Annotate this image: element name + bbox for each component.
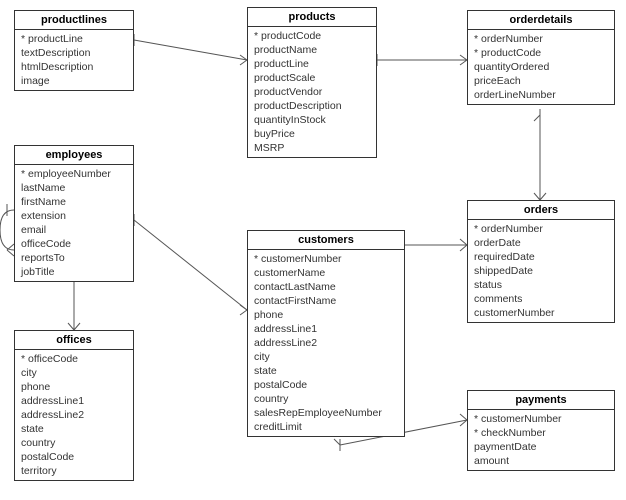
field-customers-7: addressLine2 bbox=[254, 336, 398, 350]
field-payments-3: paymentDate bbox=[474, 440, 608, 454]
field-products-6: productDescription bbox=[254, 99, 370, 113]
entity-header-payments: payments bbox=[468, 391, 614, 410]
field-customers-9: state bbox=[254, 364, 398, 378]
field-employees-4: extension bbox=[21, 209, 127, 223]
field-offices-5: addressLine2 bbox=[21, 408, 127, 422]
field-products-4: productScale bbox=[254, 71, 370, 85]
entity-header-offices: offices bbox=[15, 331, 133, 350]
field-orders-6: comments bbox=[474, 292, 608, 306]
entity-offices: offices * officeCode city phone addressL… bbox=[14, 330, 134, 481]
field-orderdetails-5: orderLineNumber bbox=[474, 88, 608, 102]
field-customers-8: city bbox=[254, 350, 398, 364]
field-productlines-4: image bbox=[21, 74, 127, 88]
entity-employees: employees * employeeNumber lastName firs… bbox=[14, 145, 134, 282]
entity-body-employees: * employeeNumber lastName firstName exte… bbox=[15, 165, 133, 281]
field-offices-4: addressLine1 bbox=[21, 394, 127, 408]
entity-productlines: productlines * productLine textDescripti… bbox=[14, 10, 134, 91]
field-payments-1: * customerNumber bbox=[474, 412, 608, 426]
field-orderdetails-2: * productCode bbox=[474, 46, 608, 60]
entity-header-customers: customers bbox=[248, 231, 404, 250]
field-employees-8: jobTitle bbox=[21, 265, 127, 279]
field-employees-3: firstName bbox=[21, 195, 127, 209]
field-employees-7: reportsTo bbox=[21, 251, 127, 265]
entity-header-productlines: productlines bbox=[15, 11, 133, 30]
entity-header-employees: employees bbox=[15, 146, 133, 165]
entity-body-payments: * customerNumber * checkNumber paymentDa… bbox=[468, 410, 614, 470]
field-offices-1: * officeCode bbox=[21, 352, 127, 366]
field-customers-6: addressLine1 bbox=[254, 322, 398, 336]
field-customers-11: country bbox=[254, 392, 398, 406]
field-orders-7: customerNumber bbox=[474, 306, 608, 320]
field-customers-5: phone bbox=[254, 308, 398, 322]
entity-orders: orders * orderNumber orderDate requiredD… bbox=[467, 200, 615, 323]
field-orders-3: requiredDate bbox=[474, 250, 608, 264]
field-customers-12: salesRepEmployeeNumber bbox=[254, 406, 398, 420]
field-customers-3: contactLastName bbox=[254, 280, 398, 294]
entity-body-orders: * orderNumber orderDate requiredDate shi… bbox=[468, 220, 614, 322]
field-employees-5: email bbox=[21, 223, 127, 237]
field-offices-9: territory bbox=[21, 464, 127, 478]
field-productlines-3: htmlDescription bbox=[21, 60, 127, 74]
field-employees-2: lastName bbox=[21, 181, 127, 195]
field-offices-7: country bbox=[21, 436, 127, 450]
field-customers-10: postalCode bbox=[254, 378, 398, 392]
field-orders-4: shippedDate bbox=[474, 264, 608, 278]
field-orders-1: * orderNumber bbox=[474, 222, 608, 236]
field-orders-2: orderDate bbox=[474, 236, 608, 250]
entity-header-products: products bbox=[248, 8, 376, 27]
field-customers-1: * customerNumber bbox=[254, 252, 398, 266]
diagram: productlines * productLine textDescripti… bbox=[0, 0, 626, 500]
field-offices-3: phone bbox=[21, 380, 127, 394]
field-orderdetails-3: quantityOrdered bbox=[474, 60, 608, 74]
field-products-2: productName bbox=[254, 43, 370, 57]
entity-body-orderdetails: * orderNumber * productCode quantityOrde… bbox=[468, 30, 614, 104]
entity-orderdetails: orderdetails * orderNumber * productCode… bbox=[467, 10, 615, 105]
entity-body-products: * productCode productName productLine pr… bbox=[248, 27, 376, 157]
field-customers-2: customerName bbox=[254, 266, 398, 280]
field-products-9: MSRP bbox=[254, 141, 370, 155]
field-offices-6: state bbox=[21, 422, 127, 436]
field-payments-4: amount bbox=[474, 454, 608, 468]
field-employees-6: officeCode bbox=[21, 237, 127, 251]
field-payments-2: * checkNumber bbox=[474, 426, 608, 440]
field-products-3: productLine bbox=[254, 57, 370, 71]
entity-header-orders: orders bbox=[468, 201, 614, 220]
field-orderdetails-1: * orderNumber bbox=[474, 32, 608, 46]
field-customers-13: creditLimit bbox=[254, 420, 398, 434]
field-offices-8: postalCode bbox=[21, 450, 127, 464]
field-productlines-2: textDescription bbox=[21, 46, 127, 60]
field-orderdetails-4: priceEach bbox=[474, 74, 608, 88]
field-products-7: quantityInStock bbox=[254, 113, 370, 127]
field-products-1: * productCode bbox=[254, 29, 370, 43]
field-customers-4: contactFirstName bbox=[254, 294, 398, 308]
field-offices-2: city bbox=[21, 366, 127, 380]
field-employees-1: * employeeNumber bbox=[21, 167, 127, 181]
entity-body-offices: * officeCode city phone addressLine1 add… bbox=[15, 350, 133, 480]
entity-body-customers: * customerNumber customerName contactLas… bbox=[248, 250, 404, 436]
field-products-5: productVendor bbox=[254, 85, 370, 99]
field-productlines-1: * productLine bbox=[21, 32, 127, 46]
entity-header-orderdetails: orderdetails bbox=[468, 11, 614, 30]
entity-products: products * productCode productName produ… bbox=[247, 7, 377, 158]
field-products-8: buyPrice bbox=[254, 127, 370, 141]
entity-payments: payments * customerNumber * checkNumber … bbox=[467, 390, 615, 471]
entity-body-productlines: * productLine textDescription htmlDescri… bbox=[15, 30, 133, 90]
field-orders-5: status bbox=[474, 278, 608, 292]
entity-customers: customers * customerNumber customerName … bbox=[247, 230, 405, 437]
